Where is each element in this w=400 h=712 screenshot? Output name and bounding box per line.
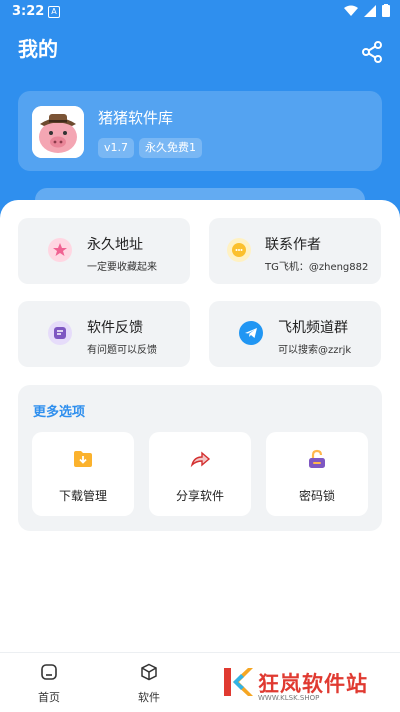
nav-home[interactable]: 首页 bbox=[19, 653, 79, 712]
download-folder-icon bbox=[74, 451, 92, 467]
notification-a-icon: A bbox=[48, 6, 60, 18]
page-title: 我的 bbox=[18, 37, 58, 61]
download-manager-button[interactable]: 下载管理 bbox=[32, 432, 134, 516]
profile-card[interactable]: 猪猪软件库 v1.7 永久免费1 bbox=[18, 91, 382, 171]
password-lock-button[interactable]: 密码锁 bbox=[266, 432, 368, 516]
tile-subtitle: 一定要收藏起来 bbox=[87, 262, 157, 273]
avatar bbox=[32, 106, 84, 158]
battery-icon bbox=[382, 4, 390, 17]
tile-feedback[interactable]: 软件反馈 有问题可以反馈 bbox=[18, 301, 190, 367]
watermark: 狂岚软件站 WWW.KLSK.SHOP bbox=[222, 666, 392, 706]
more-item-label: 分享软件 bbox=[175, 489, 224, 503]
share-icon[interactable] bbox=[360, 40, 384, 64]
tile-title: 联系作者 bbox=[265, 237, 321, 253]
tile-permanent-address[interactable]: 永久地址 一定要收藏起来 bbox=[18, 218, 190, 284]
nav-home-label: 首页 bbox=[38, 691, 60, 704]
feedback-icon bbox=[48, 321, 72, 345]
wifi-icon bbox=[344, 5, 358, 16]
status-time: 3:22 bbox=[12, 4, 45, 19]
watermark-sub: WWW.KLSK.SHOP bbox=[258, 694, 320, 702]
version-badge: v1.7 bbox=[98, 138, 135, 158]
share-software-button[interactable]: 分享软件 bbox=[149, 432, 251, 516]
chat-icon bbox=[227, 238, 251, 262]
free-badge: 永久免费1 bbox=[139, 138, 202, 158]
nav-software[interactable]: 软件 bbox=[119, 653, 179, 712]
share-arrow-icon bbox=[190, 451, 211, 468]
tile-contact-author[interactable]: 联系作者 TG飞机：@zheng882 bbox=[209, 218, 381, 284]
signal-icon bbox=[364, 4, 376, 17]
more-item-label: 下载管理 bbox=[58, 489, 107, 503]
telegram-icon bbox=[239, 321, 263, 345]
nav-software-label: 软件 bbox=[138, 691, 160, 704]
star-icon bbox=[48, 238, 72, 262]
tile-title: 飞机频道群 bbox=[278, 320, 348, 336]
cube-icon bbox=[141, 663, 157, 681]
tile-telegram-channel[interactable]: 飞机频道群 可以搜索@zzrjk bbox=[209, 301, 381, 367]
more-options-title: 更多选项 bbox=[33, 405, 86, 420]
tile-title: 永久地址 bbox=[87, 237, 143, 253]
tile-subtitle: 可以搜索@zzrjk bbox=[278, 345, 352, 356]
app-name: 猪猪软件库 bbox=[98, 109, 174, 127]
more-item-label: 密码锁 bbox=[298, 489, 335, 503]
tile-subtitle: TG飞机：@zheng882 bbox=[265, 262, 369, 273]
watermark-k-logo-icon bbox=[224, 668, 253, 696]
status-bar: 3:22 A bbox=[0, 0, 400, 24]
pig-logo-icon bbox=[32, 106, 84, 158]
status-icons bbox=[344, 4, 390, 17]
more-options-panel: 更多选项 下载管理 分享软件 密码锁 bbox=[18, 385, 382, 531]
tile-title: 软件反馈 bbox=[87, 320, 143, 336]
home-icon bbox=[41, 664, 57, 680]
tile-subtitle: 有问题可以反馈 bbox=[87, 345, 157, 356]
lock-icon bbox=[309, 449, 325, 468]
